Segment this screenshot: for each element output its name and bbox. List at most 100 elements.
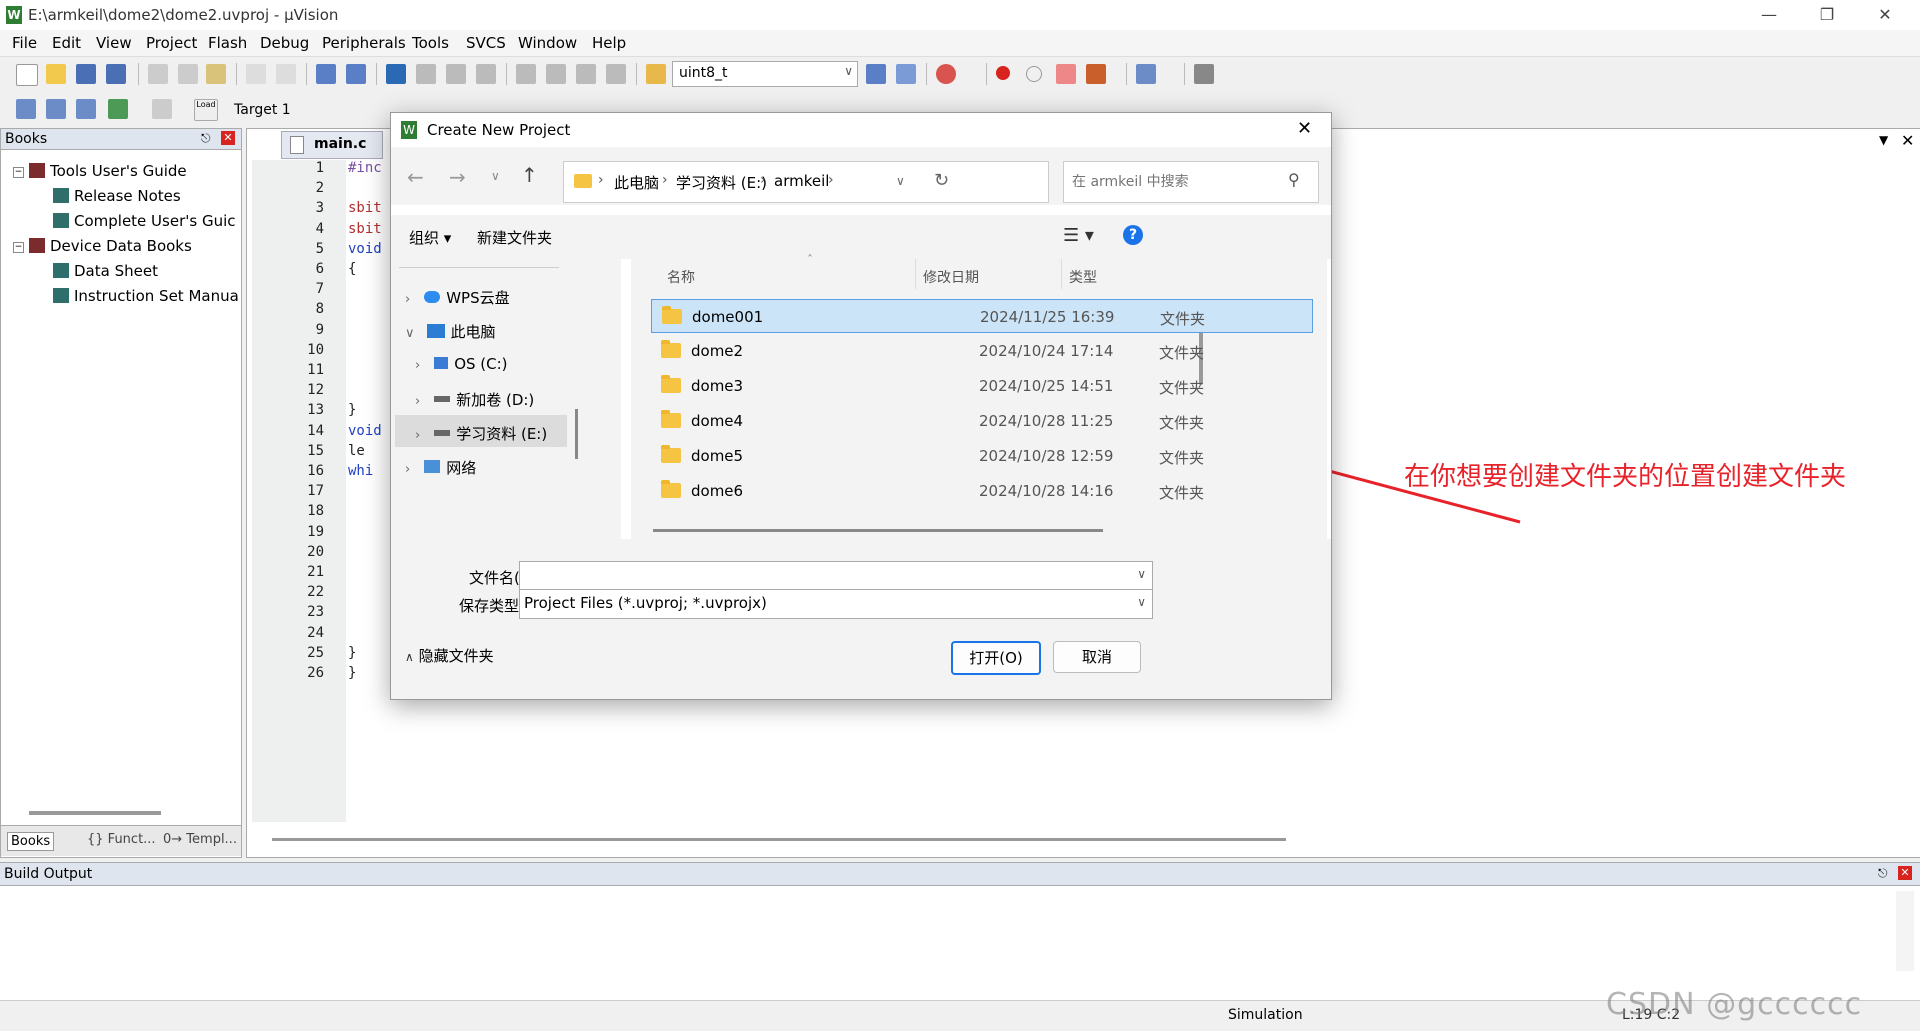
code-line[interactable]: #inc [348, 160, 382, 176]
build-icon[interactable] [46, 99, 66, 119]
nav-network[interactable]: › 网络 [405, 457, 476, 478]
tab-books[interactable]: Books [7, 832, 55, 851]
tree-item-release-notes[interactable]: Release Notes [53, 187, 181, 205]
breadcrumb-drive-e[interactable]: 学习资料 (E:) [676, 172, 767, 193]
configure-icon[interactable] [1194, 64, 1214, 84]
new-folder-button[interactable]: 新建文件夹 [477, 227, 552, 248]
file-row[interactable]: dome3 2024/10/25 14:51 文件夹 [651, 369, 1313, 403]
bookmark-prev-icon[interactable] [416, 64, 436, 84]
bookmark-icon[interactable] [386, 64, 406, 84]
up-arrow-icon[interactable]: ↑ [521, 163, 538, 187]
menu-peripherals[interactable]: Peripherals [322, 34, 406, 52]
code-line[interactable]: void [348, 241, 382, 257]
menu-help[interactable]: Help [592, 34, 626, 52]
find-combo[interactable]: uint8_t ∨ [672, 61, 858, 87]
search-box[interactable]: ⚲ [1063, 161, 1319, 203]
save-icon[interactable] [76, 64, 96, 84]
rebuild-icon[interactable] [76, 99, 96, 119]
code-line[interactable]: } [348, 665, 356, 681]
tree-item-data-sheet[interactable]: Data Sheet [53, 262, 158, 280]
batch-build-icon[interactable] [108, 99, 128, 119]
code-line[interactable]: sbit [348, 200, 382, 216]
save-all-icon[interactable] [106, 64, 126, 84]
file-row[interactable]: dome001 2024/11/25 16:39 文件夹 [651, 299, 1313, 333]
back-arrow-icon[interactable]: ← [407, 165, 424, 189]
nav-wps-cloud[interactable]: › WPS云盘 [405, 287, 510, 308]
nav-this-pc[interactable]: ∨ 此电脑 [405, 321, 496, 342]
recent-chevron-icon[interactable]: ∨ [491, 169, 500, 183]
uncomment-icon[interactable] [606, 64, 626, 84]
column-date[interactable]: 修改日期 [923, 267, 979, 287]
code-line[interactable]: } [348, 645, 356, 661]
redo-icon[interactable] [276, 64, 296, 84]
forward-arrow-icon[interactable]: → [449, 165, 466, 189]
pin-icon[interactable]: ⎋ [1878, 866, 1888, 881]
menu-svcs[interactable]: SVCS [466, 34, 506, 52]
menu-debug[interactable]: Debug [260, 34, 309, 52]
stop-build-icon[interactable] [152, 99, 172, 119]
find-icon[interactable] [866, 64, 886, 84]
tab-templates[interactable]: 0→ Templ... [163, 832, 237, 847]
help-icon[interactable]: ? [1123, 225, 1143, 245]
filetype-select[interactable]: Project Files (*.uvproj; *.uvprojx) ∨ [519, 589, 1153, 619]
nav-scrollbar[interactable] [575, 409, 578, 459]
find-in-files-icon[interactable] [646, 64, 666, 84]
open-button[interactable]: 打开(O) [951, 641, 1041, 675]
menu-flash[interactable]: Flash [208, 34, 247, 52]
indent-icon[interactable] [516, 64, 536, 84]
code-line[interactable]: } [348, 402, 356, 418]
file-row[interactable]: dome4 2024/10/28 11:25 文件夹 [651, 404, 1313, 438]
tree-item-device-books[interactable]: Device Data Books [29, 237, 192, 255]
tree-item-tools-guide[interactable]: Tools User's Guide [29, 162, 187, 180]
download-icon[interactable]: Load [194, 99, 218, 121]
bookmark-clear-icon[interactable] [476, 64, 496, 84]
open-file-icon[interactable] [46, 64, 66, 84]
chevron-down-icon[interactable]: ∨ [1137, 595, 1146, 609]
address-bar[interactable]: › 此电脑 › 学习资料 (E:) › armkeil › ∨ ↻ [563, 161, 1049, 203]
editor-horizontal-scrollbar[interactable] [272, 838, 1286, 841]
close-icon[interactable]: ✕ [221, 131, 235, 145]
code-line[interactable]: { [348, 261, 356, 277]
chevron-down-icon[interactable]: ∨ [896, 174, 905, 188]
menu-view[interactable]: View [96, 34, 132, 52]
window-layout-icon[interactable] [1136, 64, 1156, 84]
column-name[interactable]: 名称 [667, 267, 695, 287]
incremental-find-icon[interactable] [896, 64, 916, 84]
file-row[interactable]: dome2 2024/10/24 17:14 文件夹 [651, 334, 1313, 368]
search-icon[interactable]: ⚲ [1288, 170, 1300, 189]
restore-button[interactable]: ❐ [1804, 2, 1850, 28]
breadcrumb-armkeil[interactable]: armkeil [774, 172, 829, 190]
comment-icon[interactable] [576, 64, 596, 84]
disable-breakpoint-icon[interactable] [1026, 66, 1042, 82]
menu-tools[interactable]: Tools [412, 34, 449, 52]
filename-field[interactable]: ∨ [519, 561, 1153, 591]
menu-edit[interactable]: Edit [52, 34, 81, 52]
view-options-icon[interactable]: ☰ ▾ [1063, 225, 1094, 246]
debug-session-icon[interactable] [936, 64, 956, 84]
paste-icon[interactable] [206, 64, 226, 84]
file-row[interactable]: dome6 2024/10/28 14:16 文件夹 [651, 474, 1313, 508]
target-select[interactable]: Target 1 [234, 102, 291, 118]
file-row[interactable]: dome5 2024/10/28 12:59 文件夹 [651, 439, 1313, 473]
nav-forward-icon[interactable] [346, 64, 366, 84]
tab-main-c[interactable]: main.c [281, 131, 383, 159]
nav-back-icon[interactable] [316, 64, 336, 84]
nav-drive-e[interactable]: › 学习资料 (E:) [415, 423, 547, 444]
code-line[interactable]: whi [348, 463, 373, 479]
bookmark-next-icon[interactable] [446, 64, 466, 84]
code-line[interactable]: void [348, 423, 382, 439]
close-button[interactable]: ✕ [1862, 2, 1908, 28]
undo-icon[interactable] [246, 64, 266, 84]
kill-all-breakpoints-icon[interactable] [1086, 64, 1106, 84]
cancel-button[interactable]: 取消 [1053, 641, 1141, 673]
tree-item-complete-guide[interactable]: Complete User's Guic [53, 212, 236, 230]
pin-icon[interactable]: ⎋ [201, 131, 211, 146]
code-line[interactable]: le [348, 443, 365, 459]
menu-window[interactable]: Window [518, 34, 577, 52]
close-icon[interactable]: ✕ [1297, 118, 1312, 139]
breakpoint-icon[interactable] [996, 66, 1010, 80]
chevron-down-icon[interactable]: ∨ [1137, 567, 1146, 581]
refresh-icon[interactable]: ↻ [934, 170, 949, 191]
organize-button[interactable]: 组织 ▾ [409, 227, 451, 248]
horizontal-scrollbar[interactable] [29, 811, 161, 815]
